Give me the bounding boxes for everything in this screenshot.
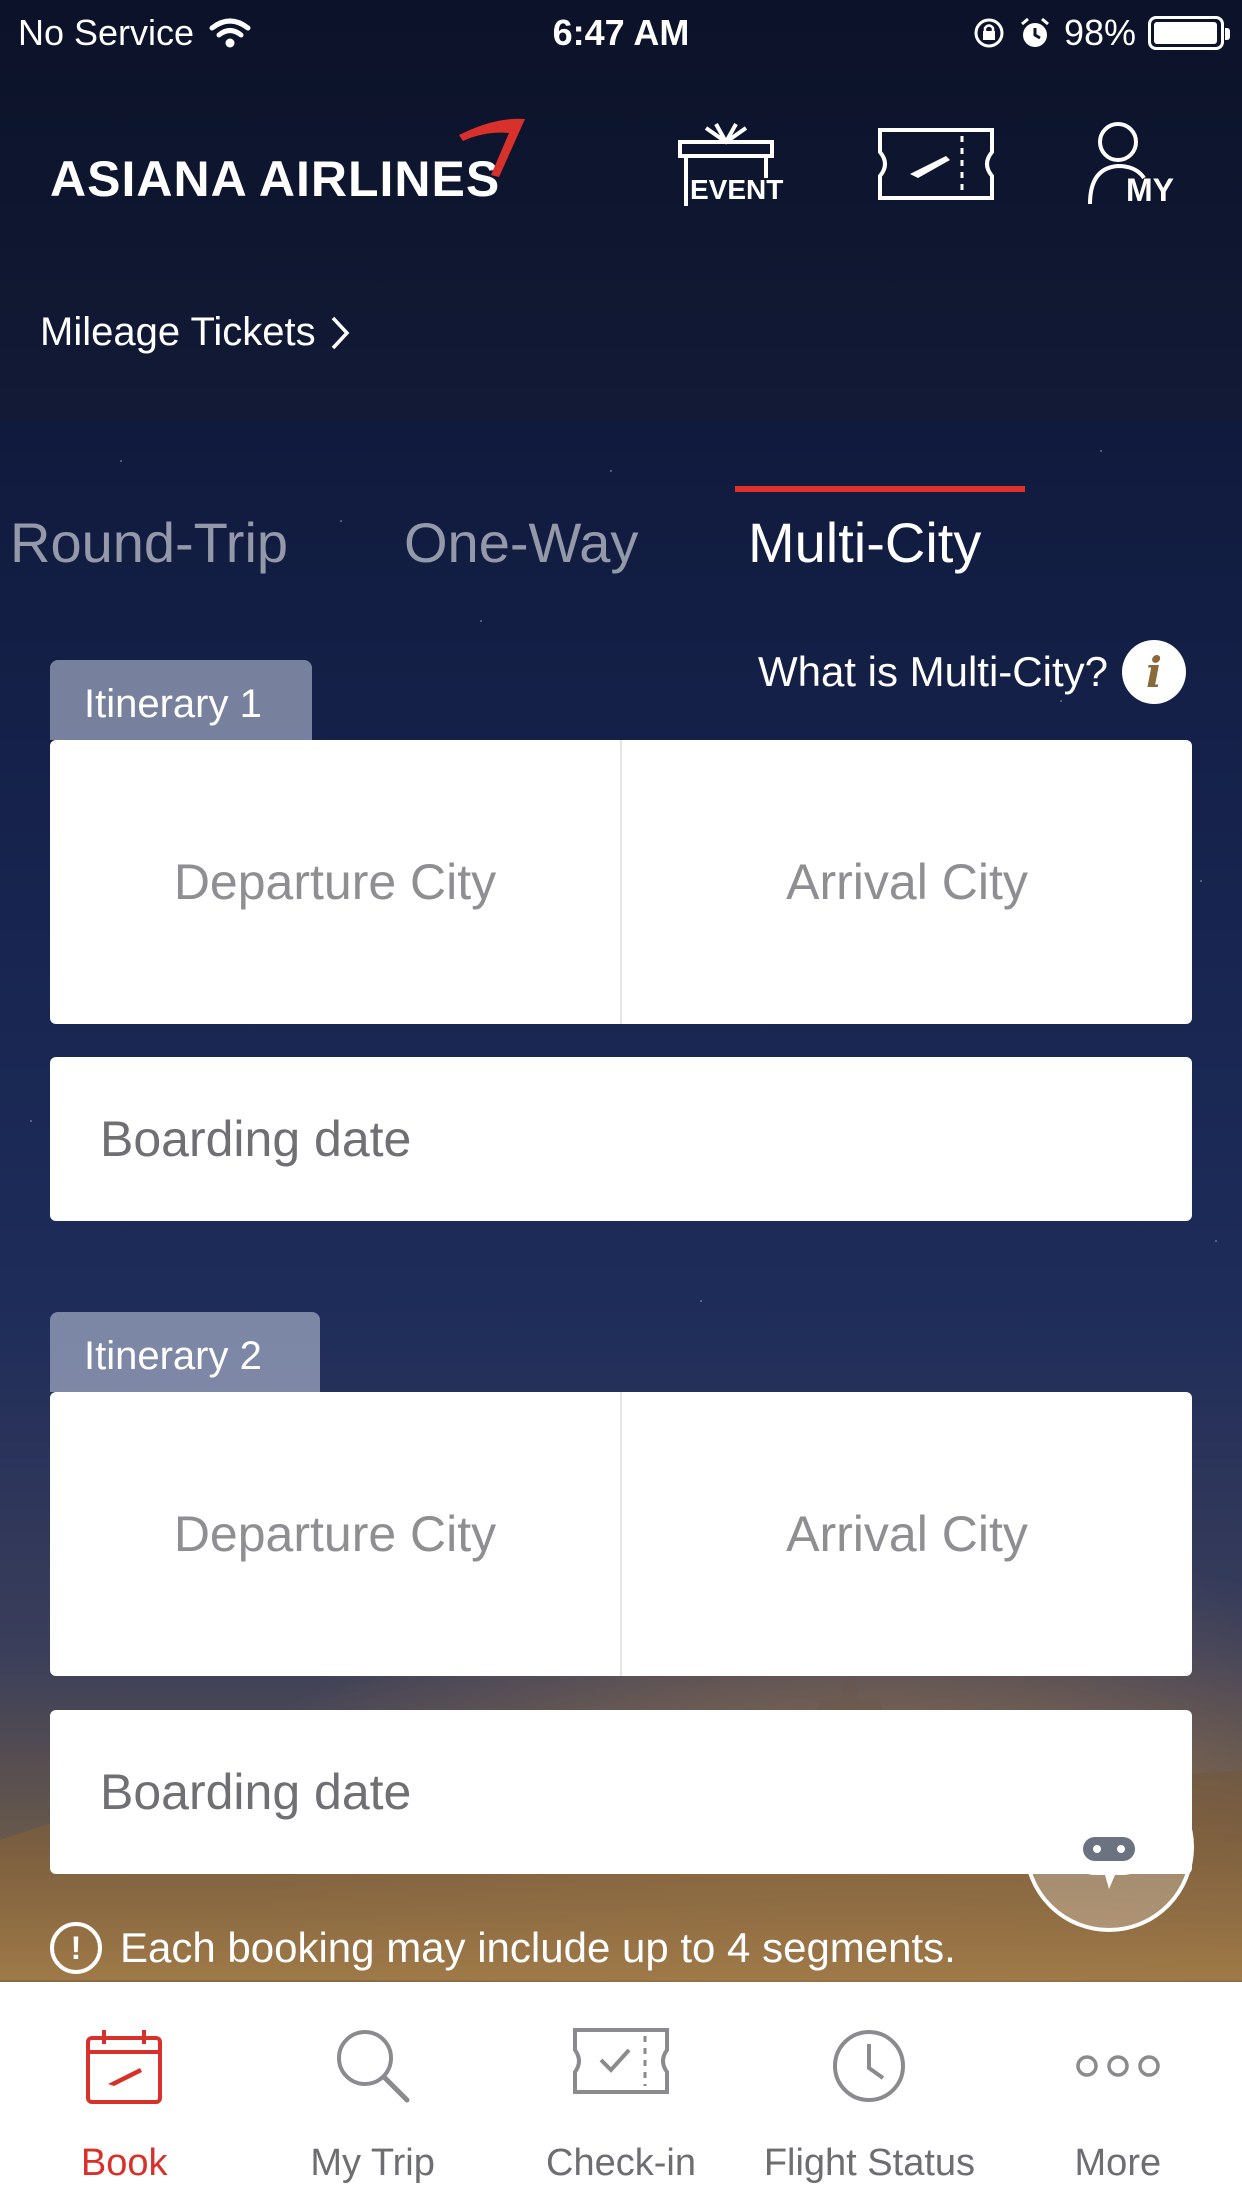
itinerary-2-boarding-date[interactable]: Boarding date: [50, 1710, 1192, 1874]
itinerary-1-arrival-city[interactable]: Arrival City: [622, 740, 1192, 1024]
nav-more-label: More: [1074, 2142, 1162, 2184]
search-icon: [336, 2030, 410, 2103]
battery-fill: [1154, 22, 1217, 44]
trip-type-tabs: Round-Trip One-Way Multi-City: [0, 480, 1242, 600]
tab-round-trip[interactable]: Round-Trip: [10, 510, 288, 575]
nav-more[interactable]: More: [994, 1982, 1242, 2208]
boarding-pass-icon: [878, 128, 994, 200]
asiana-logo: ASIANA AIRLINES: [50, 151, 501, 207]
segment-notice: ! Each booking may include up to 4 segme…: [50, 1922, 956, 1974]
bottom-nav: Book My Trip Check-in Flight Status More: [0, 1982, 1242, 2208]
chatbot-icon: [1057, 1797, 1161, 1889]
checkin-icon: [573, 2028, 670, 2094]
nav-check-in-label: Check-in: [546, 2142, 696, 2184]
nav-flight-status[interactable]: Flight Status: [745, 1982, 993, 2208]
calendar-plane-icon: [86, 2030, 163, 2104]
tab-multi-city[interactable]: Multi-City: [748, 510, 981, 575]
nav-my-trip[interactable]: My Trip: [248, 1982, 496, 2208]
itinerary-2-city-card: Departure City Arrival City: [50, 1392, 1192, 1676]
mileage-tickets-link[interactable]: Mileage Tickets: [40, 310, 350, 355]
logo-swoosh-icon: [459, 118, 525, 177]
nav-book-label: Book: [80, 2142, 168, 2184]
itinerary-2-arrival-city[interactable]: Arrival City: [622, 1392, 1192, 1676]
more-icon: [1076, 2055, 1160, 2077]
mileage-tickets-label: Mileage Tickets: [40, 310, 316, 354]
info-icon: i: [1122, 640, 1186, 704]
nav-check-in[interactable]: Check-in: [497, 1982, 745, 2208]
alarm-icon: [1020, 17, 1049, 47]
nav-my-trip-label: My Trip: [310, 2142, 435, 2184]
itinerary-1-label: Itinerary 1: [50, 660, 312, 740]
alert-icon: !: [50, 1922, 102, 1974]
clock-icon: [833, 2030, 906, 2102]
itinerary-1-city-card: Departure City Arrival City: [50, 740, 1192, 1024]
itinerary-2-departure-city[interactable]: Departure City: [50, 1392, 620, 1676]
status-bar: No Service 6:47 AM 98%: [0, 0, 1242, 62]
segment-notice-text: Each booking may include up to 4 segment…: [120, 1924, 956, 1971]
event-label: EVENT: [690, 174, 784, 205]
boarding-pass-button[interactable]: [876, 126, 996, 207]
battery-icon: [1148, 16, 1230, 50]
what-is-multicity-label: What is Multi-City?: [757, 648, 1108, 695]
what-is-multicity-link[interactable]: What is Multi-City? i: [758, 640, 1186, 704]
screen: No Service 6:47 AM 98% ASIANA AIRLINES E…: [0, 0, 1242, 2208]
chatbot-button[interactable]: [1024, 1762, 1194, 1932]
active-tab-indicator: [735, 486, 1025, 492]
my-page-button[interactable]: MY: [1086, 120, 1174, 211]
nav-flight-status-label: Flight Status: [763, 2142, 976, 2184]
nav-book[interactable]: Book: [0, 1982, 248, 2208]
itinerary-1-boarding-date[interactable]: Boarding date: [50, 1057, 1192, 1221]
rotation-lock-icon: [974, 18, 1004, 48]
event-button[interactable]: EVENT: [676, 120, 783, 215]
my-label: MY: [1126, 172, 1174, 208]
tab-one-way[interactable]: One-Way: [404, 510, 638, 575]
itinerary-1-departure-city[interactable]: Departure City: [50, 740, 620, 1024]
header-background: [0, 0, 1242, 420]
chevron-right-icon: [331, 316, 350, 349]
battery-percent: 98%: [1063, 12, 1136, 53]
status-right: 98%: [972, 12, 1230, 54]
itinerary-2-label: Itinerary 2: [50, 1312, 320, 1392]
